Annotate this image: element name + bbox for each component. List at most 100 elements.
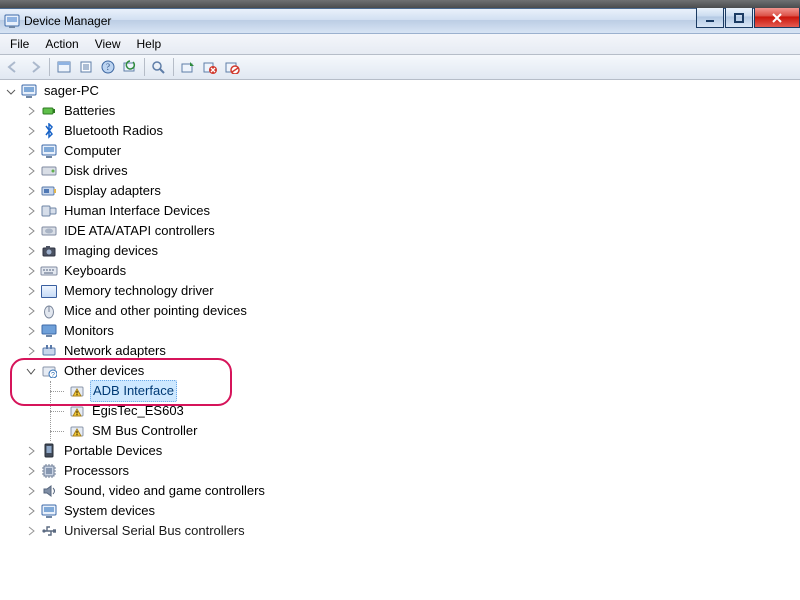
menu-view[interactable]: View [87,35,129,53]
tree-item-imaging[interactable]: Imaging devices [4,241,800,261]
tree-item-label: Keyboards [62,260,128,282]
toolbar-back[interactable] [2,56,24,78]
menu-file[interactable]: File [2,35,37,53]
tree-item-label: Batteries [62,100,117,122]
tree-item-usb[interactable]: Universal Serial Bus controllers [4,521,800,541]
menu-help[interactable]: Help [129,35,170,53]
mouse-icon [40,303,58,319]
menu-action[interactable]: Action [37,35,86,53]
tree-item-smbus[interactable]: SM Bus Controller [4,421,800,441]
warning-device-icon [68,403,86,419]
menubar: File Action View Help [0,34,800,55]
toolbar-properties[interactable] [75,56,97,78]
toolbar-update-driver[interactable] [177,56,199,78]
ide-icon [40,223,58,239]
expand-icon[interactable] [24,224,38,238]
expand-icon[interactable] [24,164,38,178]
computer-icon [20,83,38,99]
device-tree: sager-PC Batteries Bluetooth Radios [4,81,800,541]
toolbar-uninstall[interactable] [199,56,221,78]
tree-item-display-adapters[interactable]: Display adapters [4,181,800,201]
toolbar-separator [144,58,145,76]
tree-item-computer[interactable]: Computer [4,141,800,161]
expand-icon[interactable] [24,484,38,498]
bluetooth-icon [40,123,58,139]
tree-item-label: Imaging devices [62,240,160,262]
toolbar-separator [49,58,50,76]
collapse-icon[interactable] [24,364,38,378]
minimize-button[interactable] [696,8,724,28]
toolbar-help[interactable]: ? [97,56,119,78]
battery-icon [40,103,58,119]
expand-icon[interactable] [24,124,38,138]
toolbar-separator [173,58,174,76]
svg-text:?: ? [106,62,110,72]
usb-icon [40,523,58,539]
hid-icon [40,203,58,219]
tree-item-other-devices[interactable]: ? Other devices [4,361,800,381]
tree-item-label: Computer [62,140,123,162]
expand-icon[interactable] [24,504,38,518]
expand-icon[interactable] [24,344,38,358]
svg-text:?: ? [51,372,55,378]
tree-item-hid[interactable]: Human Interface Devices [4,201,800,221]
tree-item-adb-interface[interactable]: ADB Interface [4,381,800,401]
expand-icon[interactable] [24,184,38,198]
maximize-button[interactable] [725,8,753,28]
monitor-icon [40,323,58,339]
tree-item-egistec[interactable]: EgisTec_ES603 [4,401,800,421]
tree-item-keyboards[interactable]: Keyboards [4,261,800,281]
tree-item-bluetooth[interactable]: Bluetooth Radios [4,121,800,141]
tree-item-label: Network adapters [62,340,168,362]
tree-item-mice[interactable]: Mice and other pointing devices [4,301,800,321]
toolbar-find[interactable] [148,56,170,78]
tree-item-label: Processors [62,460,131,482]
expand-icon[interactable] [24,104,38,118]
expand-icon[interactable] [24,444,38,458]
tree-item-label: Monitors [62,320,116,342]
tree-item-ide[interactable]: IDE ATA/ATAPI controllers [4,221,800,241]
expand-icon[interactable] [24,144,38,158]
close-button[interactable] [754,8,800,28]
tree-item-memory-tech[interactable]: Memory technology driver [4,281,800,301]
expand-icon[interactable] [24,264,38,278]
tree-item-label: Mice and other pointing devices [62,300,249,322]
expand-icon[interactable] [24,204,38,218]
expand-icon[interactable] [24,524,38,538]
toolbar-show-hidden[interactable] [53,56,75,78]
tree-item-label: Human Interface Devices [62,200,212,222]
disk-icon [40,163,58,179]
toolbar-refresh[interactable] [119,56,141,78]
tree-root[interactable]: sager-PC [4,81,800,101]
tree-item-network[interactable]: Network adapters [4,341,800,361]
tree-root-label: sager-PC [42,80,101,102]
tree-item-label: System devices [62,500,157,522]
tree-item-portable[interactable]: Portable Devices [4,441,800,461]
tree-item-label: SM Bus Controller [90,420,199,442]
tree-item-disk-drives[interactable]: Disk drives [4,161,800,181]
network-icon [40,343,58,359]
unknown-device-icon: ? [40,363,58,379]
memory-icon [40,283,58,299]
toolbar-forward[interactable] [24,56,46,78]
system-icon [40,503,58,519]
tree-item-label: Bluetooth Radios [62,120,165,142]
expand-icon[interactable] [24,324,38,338]
expand-icon[interactable] [24,284,38,298]
tree-item-sound[interactable]: Sound, video and game controllers [4,481,800,501]
tree-item-system[interactable]: System devices [4,501,800,521]
tree-item-processors[interactable]: Processors [4,461,800,481]
keyboard-icon [40,263,58,279]
tree-item-monitors[interactable]: Monitors [4,321,800,341]
expand-icon[interactable] [24,244,38,258]
toolbar-disable[interactable] [221,56,243,78]
app-icon [4,13,20,29]
tree-item-batteries[interactable]: Batteries [4,101,800,121]
tree-item-label: IDE ATA/ATAPI controllers [62,220,217,242]
expand-icon[interactable] [24,304,38,318]
tree-item-label: EgisTec_ES603 [90,400,186,422]
tree-item-label: Sound, video and game controllers [62,480,267,502]
tree-item-label: ADB Interface [90,380,177,402]
expand-collapse-icon[interactable] [4,84,18,98]
expand-icon[interactable] [24,464,38,478]
